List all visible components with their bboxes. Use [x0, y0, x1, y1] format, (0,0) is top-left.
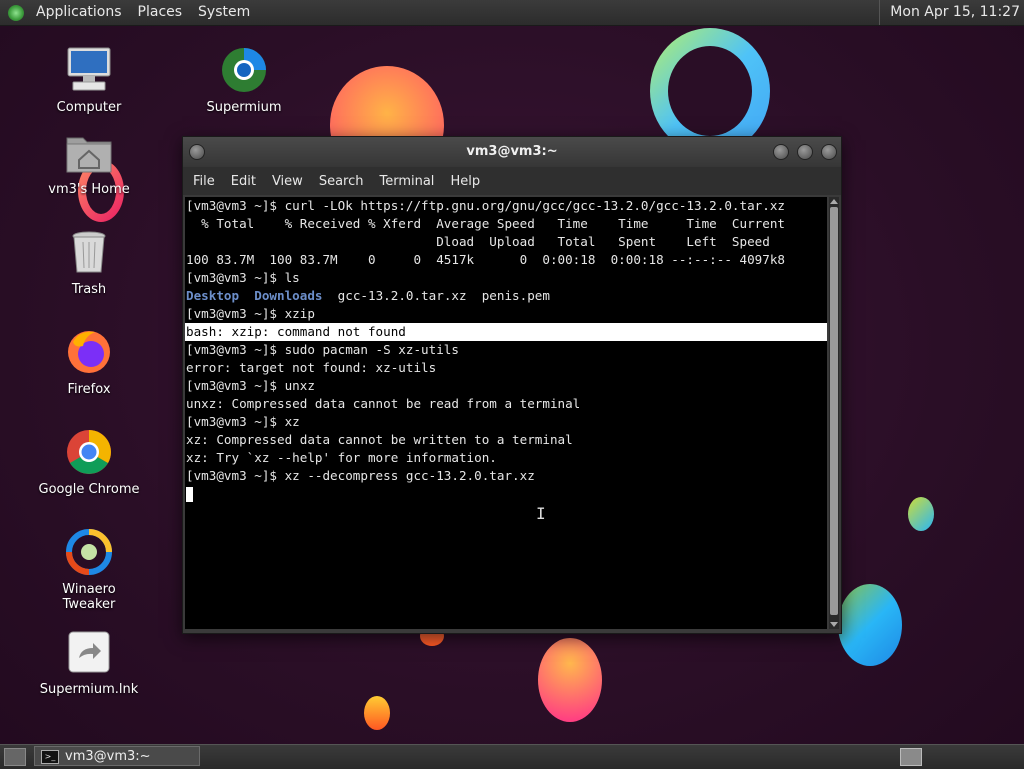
chrome-icon: [65, 428, 113, 476]
desktop-icon-label: Google Chrome: [38, 482, 140, 497]
distro-logo-icon[interactable]: [8, 4, 24, 21]
desktop-icon-label: Firefox: [67, 382, 111, 397]
applications-menu[interactable]: Applications: [28, 0, 130, 25]
desktop-icon-label: Trash: [71, 282, 107, 297]
terminal-line-selected: bash: xzip: command not found: [185, 323, 827, 341]
terminal-line: xz: Compressed data cannot be written to…: [186, 432, 573, 447]
desktop-icon-winaero[interactable]: Winaero Tweaker: [34, 528, 144, 612]
terminal-window: vm3@vm3:~ File Edit View Search Terminal…: [182, 136, 842, 634]
terminal-ls-output: Desktop Downloads gcc-13.2.0.tar.xz peni…: [185, 287, 827, 305]
scroll-down-icon[interactable]: [830, 622, 838, 627]
winaero-icon: [65, 528, 113, 576]
terminal-output[interactable]: [vm3@vm3 ~]$ curl -LOk https://ftp.gnu.o…: [185, 197, 827, 629]
supermium-icon: [220, 46, 268, 94]
text-cursor: [186, 487, 193, 502]
taskbar-button-label: vm3@vm3:~: [65, 749, 151, 764]
system-menu[interactable]: System: [190, 0, 258, 25]
desktop-icon-label: Supermium: [206, 100, 282, 115]
scroll-up-icon[interactable]: [830, 199, 838, 204]
desktop-icon-supermium[interactable]: Supermium: [189, 46, 299, 115]
terminal-scrollbar[interactable]: [829, 197, 839, 629]
terminal-prompt-line: [185, 485, 827, 503]
clock[interactable]: Mon Apr 15, 11:27: [879, 0, 1020, 25]
terminal-line: % Total % Received % Xferd Average Speed…: [186, 216, 785, 231]
computer-icon: [65, 46, 113, 94]
wallpaper-small-blue-blob: [908, 497, 934, 531]
menu-view[interactable]: View: [264, 174, 311, 189]
home-folder-icon: [65, 128, 113, 176]
mouse-ibeam-cursor-icon: I: [536, 504, 546, 523]
show-desktop-icon[interactable]: [4, 748, 26, 766]
wallpaper-blue-blob: [838, 584, 902, 666]
menu-file[interactable]: File: [185, 174, 223, 189]
terminal-line: [vm3@vm3 ~]$ curl -LOk https://ftp.gnu.o…: [186, 198, 785, 213]
window-menu-icon[interactable]: [189, 144, 205, 160]
workspace-switcher[interactable]: [900, 748, 922, 766]
menu-edit[interactable]: Edit: [223, 174, 264, 189]
terminal-line: unxz: Compressed data cannot be read fro…: [186, 396, 581, 411]
ls-dir-entry: Downloads: [254, 288, 323, 303]
wallpaper-pink-blob: [538, 638, 602, 722]
menu-terminal[interactable]: Terminal: [371, 174, 442, 189]
window-titlebar[interactable]: vm3@vm3:~: [183, 137, 841, 167]
terminal-line: [vm3@vm3 ~]$ unxz: [186, 378, 315, 393]
desktop-icon-label: vm3's Home: [48, 182, 130, 197]
terminal-line: [vm3@vm3 ~]$ xz --decompress gcc-13.2.0.…: [186, 468, 535, 483]
desktop-icon-firefox[interactable]: Firefox: [34, 328, 144, 397]
desktop-icon-supermium-lnk[interactable]: Supermium.lnk: [34, 628, 144, 697]
desktop-icon-label: Winaero Tweaker: [62, 582, 116, 612]
ls-dir-entry: Desktop: [186, 288, 240, 303]
terminal-icon: >_: [41, 749, 59, 764]
desktop-icon-label: Supermium.lnk: [39, 682, 139, 697]
taskbar-button-terminal[interactable]: >_ vm3@vm3:~: [34, 746, 200, 766]
minimize-button[interactable]: [773, 144, 789, 160]
trash-icon: [65, 228, 113, 276]
desktop-icon-computer[interactable]: Computer: [34, 46, 144, 115]
terminal-line: error: target not found: xz-utils: [186, 360, 437, 375]
desktop-icon-home[interactable]: vm3's Home: [34, 128, 144, 197]
shortcut-icon: [65, 628, 113, 676]
desktop-icon-chrome[interactable]: Google Chrome: [34, 428, 144, 497]
menu-search[interactable]: Search: [311, 174, 372, 189]
scrollbar-thumb[interactable]: [830, 207, 838, 615]
maximize-button[interactable]: [797, 144, 813, 160]
terminal-line: 100 83.7M 100 83.7M 0 0 4517k 0 0:00:18 …: [186, 252, 785, 267]
top-panel: Applications Places System Mon Apr 15, 1…: [0, 0, 1024, 26]
menu-help[interactable]: Help: [442, 174, 488, 189]
places-menu[interactable]: Places: [130, 0, 191, 25]
wallpaper-small-orange-blob: [364, 696, 390, 730]
desktop-icon-label: Computer: [56, 100, 122, 115]
ls-file-entries: gcc-13.2.0.tar.xz penis.pem: [322, 288, 550, 303]
window-title: vm3@vm3:~: [466, 144, 558, 159]
terminal-line: Dload Upload Total Spent Left Speed: [186, 234, 770, 249]
firefox-icon: [65, 328, 113, 376]
terminal-line: [vm3@vm3 ~]$ xzip: [186, 306, 315, 321]
window-menubar: File Edit View Search Terminal Help: [183, 167, 841, 195]
close-button[interactable]: [821, 144, 837, 160]
bottom-panel: >_ vm3@vm3:~: [0, 744, 1024, 769]
terminal-line: xz: Try `xz --help' for more information…: [186, 450, 497, 465]
terminal-line: [vm3@vm3 ~]$ xz: [186, 414, 300, 429]
desktop-icon-trash[interactable]: Trash: [34, 228, 144, 297]
terminal-line: [vm3@vm3 ~]$ sudo pacman -S xz-utils: [186, 342, 459, 357]
terminal-line: [vm3@vm3 ~]$ ls: [186, 270, 300, 285]
